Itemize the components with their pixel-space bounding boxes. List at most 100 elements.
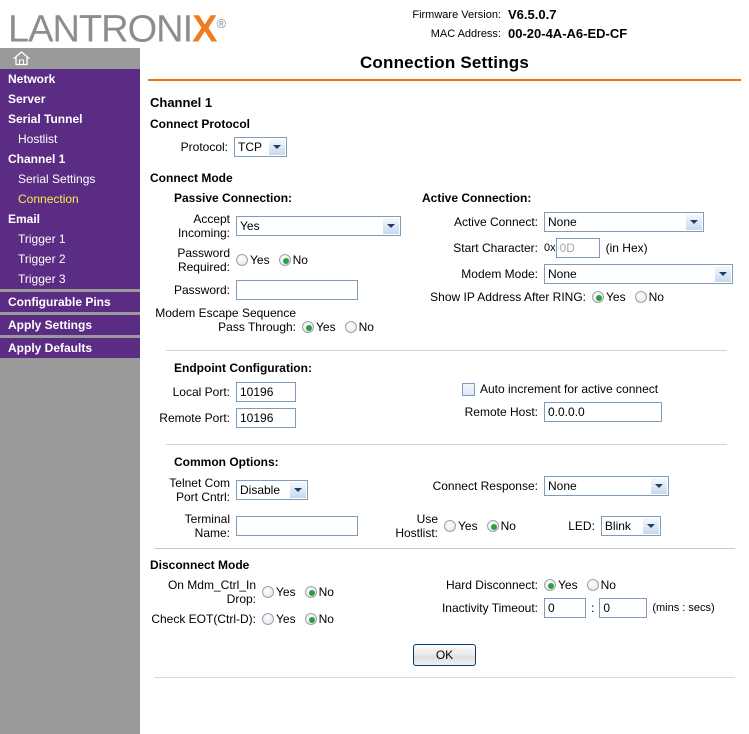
sidebar-item-channel-1[interactable]: Channel 1: [0, 149, 140, 169]
show-ip-no-option[interactable]: No: [634, 290, 664, 304]
sidebar-item-configurable-pins[interactable]: Configurable Pins: [0, 292, 140, 312]
endpoint-right: Auto increment for active connect Remote…: [422, 382, 737, 434]
sidebar-item-label: Hostlist: [18, 132, 58, 146]
chevron-down-icon[interactable]: [268, 139, 285, 155]
protocol-select[interactable]: TCP: [234, 137, 287, 157]
remote-host-input[interactable]: 0.0.0.0: [544, 402, 662, 422]
remote-port-input[interactable]: 10196: [236, 408, 296, 428]
sidebar-item-label: Connection: [18, 192, 79, 206]
chevron-down-icon[interactable]: [650, 478, 667, 494]
show-ip-yes-label: Yes: [606, 290, 626, 304]
modem-escape-row: Modem Escape Sequence Pass Through: Yes …: [150, 306, 422, 334]
ok-button[interactable]: OK: [413, 644, 476, 666]
mdm-ctrl-yes-option[interactable]: Yes: [262, 585, 296, 599]
chevron-down-icon[interactable]: [641, 518, 659, 534]
accept-incoming-label: Accept Incoming:: [177, 212, 230, 240]
inactivity-seconds-input[interactable]: 0: [599, 598, 648, 618]
telnet-value: Disable: [240, 483, 281, 497]
radio-icon-selected[interactable]: [544, 579, 556, 591]
radio-icon[interactable]: [586, 579, 599, 591]
modem-mode-value: None: [548, 267, 577, 281]
check-eot-yes-option[interactable]: Yes: [262, 612, 296, 626]
sidebar-item-serial-settings[interactable]: Serial Settings: [0, 169, 140, 189]
check-eot-no-option[interactable]: No: [304, 612, 334, 626]
local-port-input[interactable]: 10196: [236, 382, 296, 402]
mdm-ctrl-yes-label: Yes: [276, 585, 296, 599]
password-required-no-option[interactable]: No: [278, 253, 308, 267]
sidebar-item-trigger-3[interactable]: Trigger 3: [0, 269, 140, 289]
modem-escape-yes-option[interactable]: Yes: [302, 320, 336, 334]
sidebar-item-trigger-2[interactable]: Trigger 2: [0, 249, 140, 269]
connect-response-label: Connect Response:: [432, 479, 538, 493]
start-character-input[interactable]: 0D: [555, 238, 600, 258]
led-select[interactable]: Blink: [600, 516, 661, 536]
radio-icon-selected[interactable]: [304, 613, 317, 625]
inactivity-timeout-label: Inactivity Timeout:: [441, 601, 538, 615]
sidebar-item-label: Configurable Pins: [8, 295, 111, 309]
sidebar-item-label: Email: [8, 212, 41, 226]
sidebar-item-label: Trigger 2: [18, 252, 66, 266]
modem-escape-yes-label: Yes: [316, 320, 336, 334]
section-divider-endpoint: [166, 350, 727, 351]
common-options-row2: Terminal Name: Use Hostlist: Yes No LED:…: [150, 512, 739, 540]
home-icon[interactable]: [12, 51, 31, 69]
radio-icon[interactable]: [444, 520, 456, 532]
firmware-value: V6.5.0.7: [508, 7, 557, 22]
radio-icon-selected[interactable]: [278, 254, 291, 266]
hard-disconnect-yes-option[interactable]: Yes: [544, 578, 578, 592]
mdm-ctrl-no-option[interactable]: No: [304, 585, 334, 599]
sidebar-item-apply-defaults[interactable]: Apply Defaults: [0, 338, 140, 358]
sidebar-item-server[interactable]: Server: [0, 89, 140, 109]
use-hostlist-yes-option[interactable]: Yes: [444, 519, 478, 533]
inactivity-minutes-input[interactable]: 0: [544, 598, 586, 618]
radio-icon[interactable]: [344, 321, 357, 333]
hard-disconnect-no-label: No: [600, 578, 616, 592]
radio-icon[interactable]: [634, 291, 647, 303]
chevron-down-icon[interactable]: [685, 214, 702, 230]
use-hostlist-no-option[interactable]: No: [486, 519, 516, 533]
connect-response-select[interactable]: None: [544, 476, 669, 496]
password-input[interactable]: [236, 280, 358, 300]
sidebar-item-email[interactable]: Email: [0, 209, 140, 229]
radio-icon-selected[interactable]: [592, 291, 604, 303]
connect-response-value: None: [548, 479, 577, 493]
password-required-row: Password Required: Yes No: [150, 246, 422, 274]
sidebar-item-label: Trigger 1: [18, 232, 66, 246]
sidebar-item-connection[interactable]: Connection: [0, 189, 140, 209]
sidebar-item-network[interactable]: Network: [0, 69, 140, 89]
chevron-down-icon[interactable]: [714, 266, 731, 282]
terminal-name-input[interactable]: [236, 516, 358, 536]
start-character-label: Start Character:: [453, 241, 538, 255]
radio-icon-selected[interactable]: [302, 321, 314, 333]
sidebar-item-serial-tunnel[interactable]: Serial Tunnel: [0, 109, 140, 129]
chevron-down-icon[interactable]: [289, 482, 306, 498]
telnet-select[interactable]: Disable: [236, 480, 308, 500]
active-connect-select[interactable]: None: [544, 212, 704, 232]
check-eot-label: Check EOT(Ctrl-D):: [151, 612, 256, 626]
check-eot-yes-label: Yes: [276, 612, 296, 626]
modem-mode-row: Modem Mode: None: [422, 264, 737, 284]
auto-increment-checkbox[interactable]: [462, 382, 475, 396]
hard-disconnect-label: Hard Disconnect:: [445, 578, 538, 592]
sidebar-item-apply-settings[interactable]: Apply Settings: [0, 315, 140, 335]
remote-port-row: Remote Port: 10196: [150, 408, 422, 428]
password-required-yes-option[interactable]: Yes: [236, 253, 270, 267]
radio-icon[interactable]: [262, 613, 274, 625]
sidebar-nav: Network Server Serial Tunnel Hostlist Channe…: [0, 48, 140, 734]
modem-escape-no-option[interactable]: No: [344, 320, 374, 334]
mac-value: 00-20-4A-A6-ED-CF: [508, 26, 628, 41]
connect-protocol-heading: Connect Protocol: [150, 117, 251, 131]
sidebar-item-hostlist[interactable]: Hostlist: [0, 129, 140, 149]
show-ip-yes-option[interactable]: Yes: [592, 290, 626, 304]
radio-icon[interactable]: [236, 254, 248, 266]
accept-incoming-select[interactable]: Yes: [236, 216, 401, 236]
radio-icon-selected[interactable]: [304, 586, 317, 598]
radio-icon-selected[interactable]: [486, 520, 499, 532]
modem-mode-select[interactable]: None: [544, 264, 733, 284]
hard-disconnect-no-option[interactable]: No: [586, 578, 616, 592]
sidebar-item-trigger-1[interactable]: Trigger 1: [0, 229, 140, 249]
radio-icon[interactable]: [262, 586, 274, 598]
sidebar-item-label: Network: [8, 72, 56, 86]
sidebar-home-bar[interactable]: [0, 48, 140, 69]
chevron-down-icon[interactable]: [382, 218, 399, 234]
